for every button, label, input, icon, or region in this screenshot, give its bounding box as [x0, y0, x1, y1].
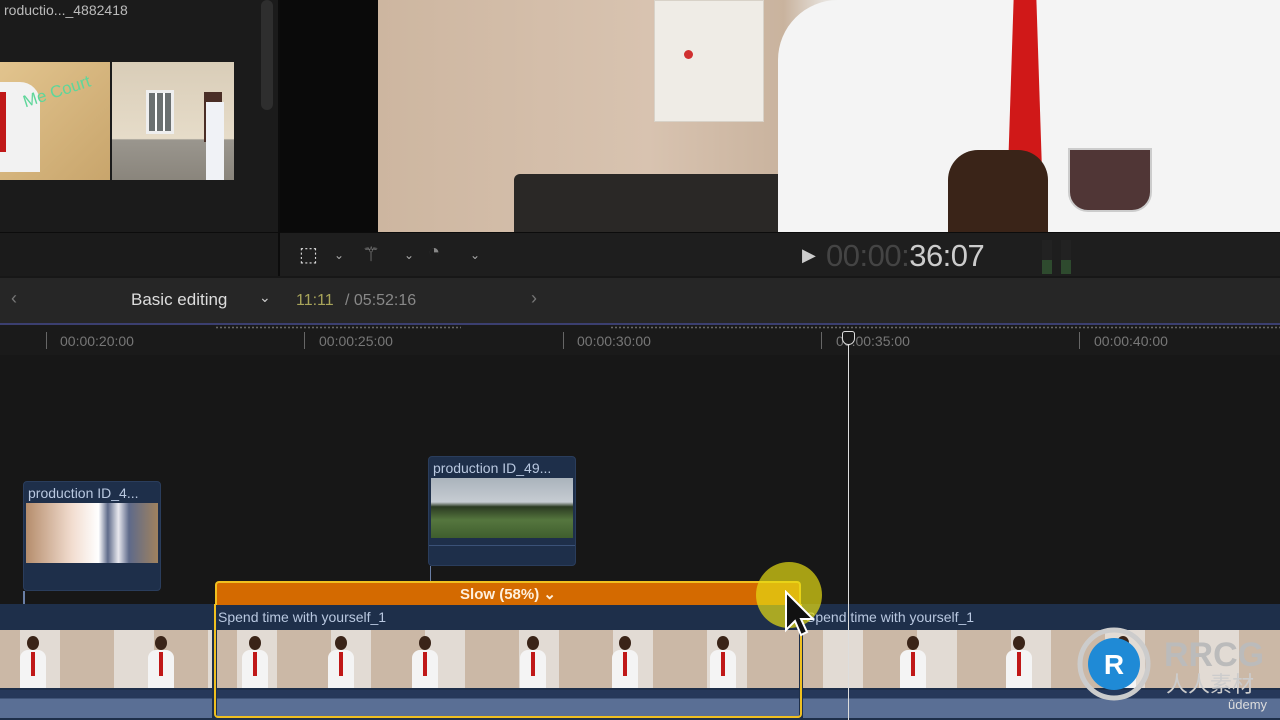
chevron-down-icon[interactable]: ⌄ — [470, 248, 480, 262]
ruler-label: 00:00:25:00 — [319, 333, 393, 349]
ruler-tick — [304, 332, 305, 349]
svg-text:RRCG: RRCG — [1164, 636, 1264, 674]
chevron-down-icon[interactable]: ⌄ — [404, 248, 414, 262]
transform-icon[interactable]: ⬚ — [299, 242, 318, 267]
watermark-logo: R RRCG 人人素材 — [1077, 627, 1264, 701]
ruler-tick — [821, 332, 822, 349]
browser-scrollbar[interactable] — [261, 0, 273, 110]
clip-name: production ID_49... — [433, 460, 552, 476]
clip-name: Spend time with yourself_1 — [806, 609, 975, 625]
enhance-wand-icon[interactable]: ⚚ — [362, 242, 380, 267]
timecode-dim: 00:00: — [826, 238, 910, 273]
ruler-label: 00:00:20:00 — [60, 333, 134, 349]
ruler-label: 00:00:30:00 — [577, 333, 651, 349]
mouse-cursor-icon — [785, 590, 814, 637]
playhead-handle[interactable] — [842, 331, 855, 345]
connection-line — [430, 566, 431, 582]
forward-icon[interactable]: › — [531, 288, 537, 309]
retime-speed-menu[interactable]: Slow (58%) ⌄ — [217, 585, 799, 603]
project-duration: / 05:52:16 — [345, 292, 417, 309]
svg-text:人人素材: 人人素材 — [1166, 673, 1254, 698]
ruler-tick — [1079, 332, 1080, 349]
timecode-display[interactable]: 00:00:36:07 — [826, 238, 985, 274]
viewer-frame — [378, 0, 1280, 232]
chevron-down-icon[interactable]: ⌄ — [259, 289, 271, 306]
retime-label: Slow (58%) — [460, 586, 540, 603]
audio-meter — [1061, 240, 1071, 274]
render-indicator — [215, 326, 461, 329]
clip-name: production ID_4... — [28, 485, 139, 501]
retime-bar[interactable]: Slow (58%) ⌄ — [215, 581, 801, 605]
ruler-label: 00:00:40:00 — [1094, 333, 1168, 349]
render-indicator — [610, 326, 1280, 329]
chevron-down-icon[interactable]: ⌄ — [334, 248, 344, 262]
udemy-watermark: ûdemy — [1228, 697, 1268, 712]
ruler-tick — [46, 332, 47, 349]
selected-clip[interactable] — [214, 604, 802, 718]
back-icon[interactable]: ‹ — [11, 288, 17, 309]
browser-panel: roductio..._4882418 Me Court — [0, 0, 278, 232]
clip-thumbnail — [431, 478, 573, 538]
play-icon[interactable]: ▶ — [802, 245, 816, 266]
clip-thumbnail — [26, 503, 158, 563]
playhead-position: 11:11 — [296, 292, 334, 309]
viewer — [280, 0, 1280, 232]
svg-text:R: R — [1104, 649, 1124, 680]
browser-toolbar — [0, 232, 280, 276]
browser-thumbnail[interactable]: Me Court — [0, 62, 110, 180]
browser-clip-title: roductio..._4882418 — [4, 2, 128, 18]
retime-speed-icon[interactable]: ◔ — [428, 241, 440, 264]
browser-thumbnail[interactable] — [112, 62, 234, 180]
audio-meter — [1042, 240, 1052, 274]
ruler-tick — [563, 332, 564, 349]
connected-clip[interactable]: production ID_4... — [23, 481, 161, 591]
connected-clip[interactable]: production ID_49... — [428, 456, 576, 566]
audio-waveform — [0, 690, 212, 718]
timecode-value: 36:07 — [909, 238, 985, 273]
project-name[interactable]: Basic editing — [131, 290, 227, 310]
connection-line — [23, 591, 25, 604]
playhead[interactable] — [848, 333, 849, 720]
